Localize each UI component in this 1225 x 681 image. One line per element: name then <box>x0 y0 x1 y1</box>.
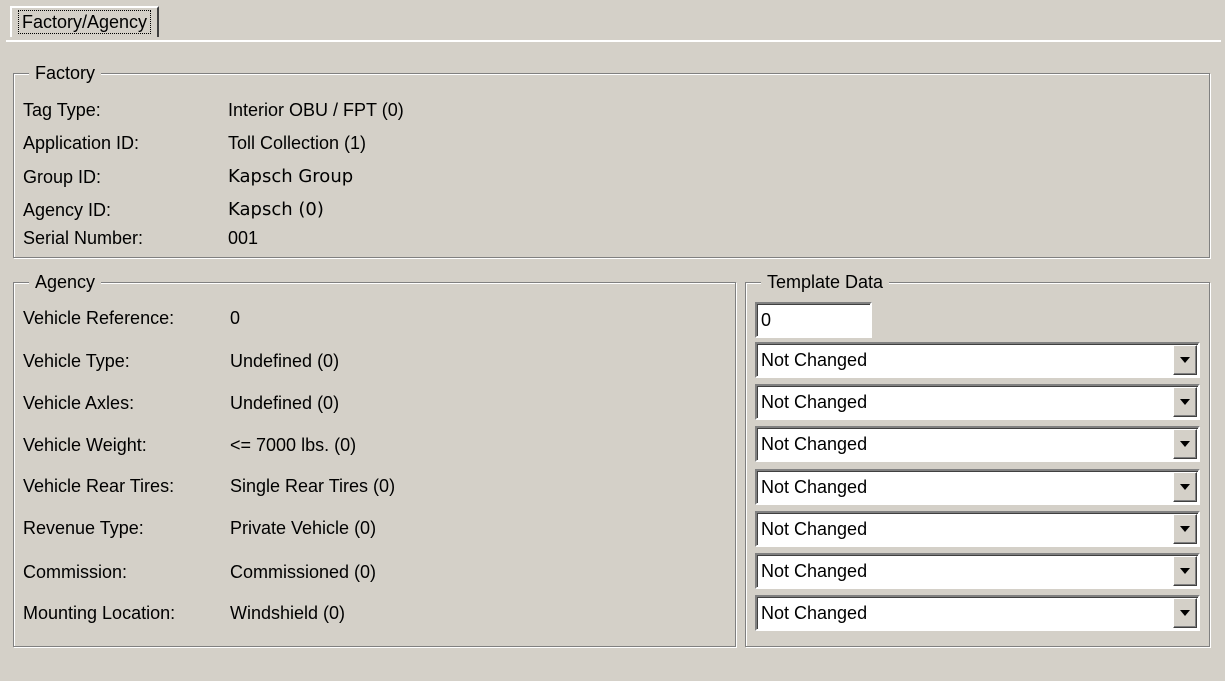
mounting-location-dropdown-button[interactable] <box>1173 598 1197 628</box>
agency-id-label: Agency ID: <box>23 200 112 220</box>
vehicle-rear-tires-select-value: Not Changed <box>761 477 868 497</box>
vehicle-axles-label: Vehicle Axles: <box>23 393 135 413</box>
vehicle-weight-value: <= 7000 lbs. (0) <box>230 435 357 455</box>
vehicle-type-select[interactable]: Not Changed <box>755 342 1200 378</box>
revenue-type-label: Revenue Type: <box>23 518 144 538</box>
chevron-down-icon <box>1180 441 1190 447</box>
mounting-location-label: Mounting Location: <box>23 603 176 623</box>
chevron-down-icon <box>1180 484 1190 490</box>
revenue-type-select[interactable]: Not Changed <box>755 511 1200 547</box>
factory-frame <box>13 73 1210 258</box>
vehicle-weight-select-value: Not Changed <box>761 434 868 454</box>
vehicle-rear-tires-label: Vehicle Rear Tires: <box>23 476 175 496</box>
commission-label: Commission: <box>23 562 128 582</box>
revenue-type-dropdown-button[interactable] <box>1173 514 1197 544</box>
vehicle-axles-dropdown-button[interactable] <box>1173 387 1197 417</box>
vehicle-rear-tires-select[interactable]: Not Changed <box>755 469 1200 505</box>
vehicle-rear-tires-value: Single Rear Tires (0) <box>230 476 396 496</box>
vehicle-rear-tires-dropdown-button[interactable] <box>1173 472 1197 502</box>
vehicle-type-select-value: Not Changed <box>761 350 868 370</box>
tag-type-label: Tag Type: <box>23 100 101 120</box>
chevron-down-icon <box>1180 610 1190 616</box>
agency-group: Agency Vehicle Reference: 0 Vehicle Type… <box>13 271 736 647</box>
commission-value: Commissioned (0) <box>230 562 377 582</box>
vehicle-axles-select-value: Not Changed <box>761 392 868 412</box>
tab-label: Factory/Agency <box>18 10 152 34</box>
group-id-label: Group ID: <box>23 167 102 187</box>
chevron-down-icon <box>1180 568 1190 574</box>
agency-id-value: Kapsch (0) <box>228 199 324 220</box>
template-data-legend: Template Data <box>761 271 890 293</box>
commission-dropdown-button[interactable] <box>1173 556 1197 586</box>
vehicle-axles-value: Undefined (0) <box>230 393 340 413</box>
chevron-down-icon <box>1180 526 1190 532</box>
vehicle-weight-label: Vehicle Weight: <box>23 435 147 455</box>
vehicle-weight-dropdown-button[interactable] <box>1173 429 1197 459</box>
vehicle-reference-input[interactable] <box>755 302 872 338</box>
tab-factory-agency[interactable]: Factory/Agency <box>10 6 160 37</box>
serial-number-value: 001 <box>228 228 259 248</box>
revenue-type-value: Private Vehicle (0) <box>230 518 377 538</box>
chevron-down-icon <box>1180 399 1190 405</box>
application-id-label: Application ID: <box>23 133 140 153</box>
vehicle-reference-label: Vehicle Reference: <box>23 308 175 328</box>
vehicle-type-value: Undefined (0) <box>230 351 340 371</box>
vehicle-axles-select[interactable]: Not Changed <box>755 384 1200 420</box>
tab-panel-border <box>6 40 1221 44</box>
serial-number-label: Serial Number: <box>23 228 144 248</box>
factory-group: Factory Tag Type: Interior OBU / FPT (0)… <box>13 62 1210 258</box>
mounting-location-select[interactable]: Not Changed <box>755 595 1200 631</box>
agency-legend: Agency <box>29 271 102 293</box>
mounting-location-value: Windshield (0) <box>230 603 346 623</box>
vehicle-type-dropdown-button[interactable] <box>1173 345 1197 375</box>
group-id-value: Kapsch Group <box>228 166 354 187</box>
agency-frame <box>13 282 736 647</box>
factory-legend: Factory <box>29 62 102 84</box>
vehicle-type-label: Vehicle Type: <box>23 351 130 371</box>
commission-select-value: Not Changed <box>761 561 868 581</box>
vehicle-reference-value: 0 <box>230 308 241 328</box>
commission-select[interactable]: Not Changed <box>755 553 1200 589</box>
mounting-location-select-value: Not Changed <box>761 603 868 623</box>
vehicle-weight-select[interactable]: Not Changed <box>755 426 1200 462</box>
chevron-down-icon <box>1180 357 1190 363</box>
revenue-type-select-value: Not Changed <box>761 519 868 539</box>
tag-type-value: Interior OBU / FPT (0) <box>228 100 404 120</box>
application-id-value: Toll Collection (1) <box>228 133 367 153</box>
